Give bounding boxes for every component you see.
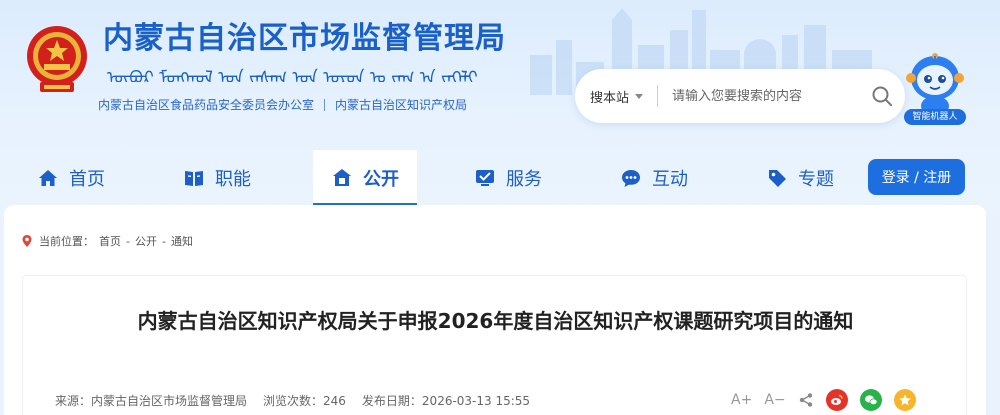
main-nav: 首页 职能 公开 服务 互动 专题 [0,150,1000,206]
mongolian-site-title: ᠥᠪᠦᠷ ᠮᠣᠩᠭᠣᠯ ᠤᠨ ᠵᠠᠰᠠᠭ ᠤᠨ ᠣᠷᠣᠨ ᠤ ᠵᠠᠬ ᠠ ᠵᠡᠭ… [107,68,478,82]
font-decrease-button[interactable]: A− [764,392,785,408]
sub-link-divider [324,98,326,111]
nav-item-services[interactable]: 服务 [474,150,542,206]
nav-item-public[interactable]: 公开 [313,150,417,206]
article-date: 发布日期：2026-03-13 15:55 [361,394,531,408]
nav-item-functions[interactable]: 职能 [183,150,251,206]
content-panel: 当前位置： 首页 - 公开 - 通知 内蒙古自治区知识产权局关于申报2026年度… [4,205,986,415]
nav-item-label: 专题 [798,169,834,190]
share-icon[interactable] [798,392,814,408]
article-source: 来源：内蒙古自治区市场监督管理局 [55,394,248,408]
chevron-down-icon [635,93,644,99]
breadcrumb-notice[interactable]: 通知 [171,233,193,249]
sub-link-ip-bureau[interactable]: 内蒙古自治区知识产权局 [335,96,467,113]
nav-item-label: 互动 [652,169,688,190]
breadcrumb-separator: - [161,234,166,248]
font-increase-button[interactable]: A+ [731,392,752,408]
weibo-icon[interactable] [825,389,848,411]
home-icon [39,170,57,186]
nav-item-label: 首页 [69,169,105,190]
login-register-button[interactable]: 登录 / 注册 [868,159,965,195]
service-icon [476,170,494,186]
article-meta: 来源：内蒙古自治区市场监督管理局 浏览次数：246 发布日期：2026-03-1… [55,392,530,409]
location-pin-icon [22,235,32,247]
article-title: 内蒙古自治区知识产权局关于申报2026年度自治区知识产权课题研究项目的通知 [137,309,854,333]
article-views: 浏览次数：246 [263,394,346,408]
tag-icon [769,170,786,187]
breadcrumb-separator: - [126,234,130,248]
breadcrumb-home[interactable]: 首页 [99,233,121,249]
wechat-icon[interactable] [859,389,882,411]
nav-item-label: 公开 [363,169,399,190]
chat-icon [622,170,640,187]
search-scope-select[interactable]: 搜本站 [575,87,657,106]
affiliated-sites: 内蒙古自治区食品药品安全委员会办公室 内蒙古自治区知识产权局 [98,96,467,113]
nav-item-topics[interactable]: 专题 [766,150,834,206]
nav-item-label: 职能 [215,169,251,190]
site-title: 内蒙古自治区市场监督管理局 [103,21,506,56]
sub-link-food-drug-office[interactable]: 内蒙古自治区食品药品安全委员会办公室 [98,96,314,113]
breadcrumb-public[interactable]: 公开 [135,233,157,249]
article-card: 内蒙古自治区知识产权局关于申报2026年度自治区知识产权课题研究项目的通知 来源… [22,275,967,415]
robot-assistant-label[interactable]: 智能机器人 [904,109,966,125]
search-bar: 搜本站 [575,69,905,123]
breadcrumb: 当前位置： 首页 - 公开 - 通知 [20,233,193,249]
nav-item-interaction[interactable]: 互动 [620,150,688,206]
national-emblem-logo [27,26,87,92]
search-icon[interactable] [859,73,905,119]
search-input[interactable] [658,88,859,104]
article-tools: A+ A− [731,389,916,411]
qzone-icon[interactable] [893,389,916,411]
book-icon [185,171,203,186]
breadcrumb-prefix: 当前位置： [39,235,94,248]
public-icon [333,169,351,186]
nav-item-home[interactable]: 首页 [37,150,105,206]
search-scope-label: 搜本站 [590,90,630,106]
nav-item-label: 服务 [506,169,542,190]
